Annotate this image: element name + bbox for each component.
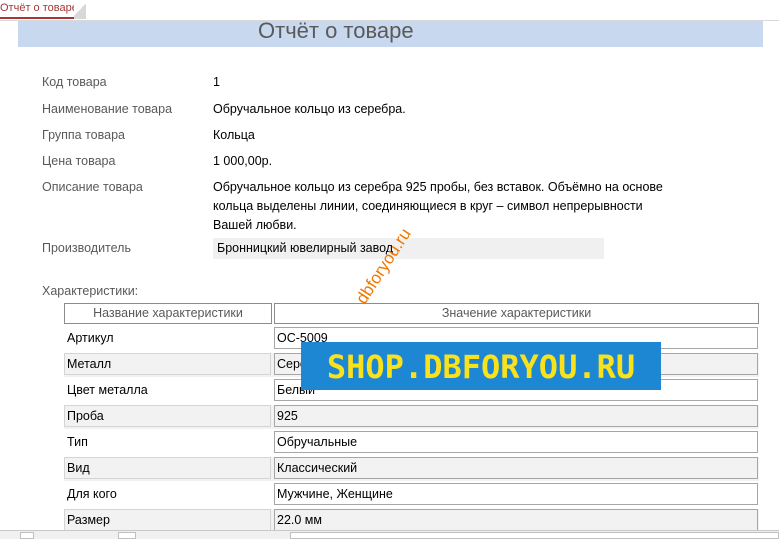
report-tab[interactable]: Отчёт о товаре [0,0,82,19]
row-value-cell: Классический [274,457,758,479]
row-value-cell: 22.0 мм [274,509,758,531]
row-value-cell: Мужчине, Женщине [274,483,758,505]
product-description-label: Описание товара [42,180,143,194]
row-name-cell: Вид [64,457,271,479]
header-characteristic-name: Название характеристики [64,303,272,324]
product-price-value: 1 000,00р. [213,154,273,168]
header-characteristic-value: Значение характеристики [274,303,759,324]
product-name-value: Обручальное кольцо из серебра. [213,102,406,116]
table-row: Тип Обручальные [64,431,759,455]
diagonal-watermark: dbforyou.ru [352,225,415,317]
row-value-cell: Обручальные [274,431,758,453]
product-price-label: Цена товара [42,154,116,168]
shop-watermark-text: SHOP.DBFORYOU.RU [326,348,636,386]
row-name-cell: Цвет металла [64,379,271,401]
table-row: Проба 925 [64,405,759,429]
tab-fold-corner [74,0,86,19]
manufacturer-label: Производитель [42,241,131,255]
table-row: Для кого Мужчине, Женщине [64,483,759,507]
product-description-value: Обручальное кольцо из серебра 925 пробы,… [213,180,663,232]
manufacturer-value: Бронницкий ювелирный завод [217,241,394,255]
row-name-cell: Проба [64,405,271,427]
report-tab-label: Отчёт о товаре [0,2,78,14]
row-name-cell: Металл [64,353,271,375]
row-name-cell: Для кого [64,483,271,505]
table-row: Вид Классический [64,457,759,481]
row-value-cell: 925 [274,405,758,427]
row-name-cell: Тип [64,431,271,453]
report-title: Отчёт о товаре [258,18,414,43]
shop-watermark-banner: SHOP.DBFORYOU.RU [301,342,661,390]
product-name-label: Наименование товара [42,102,173,116]
characteristics-label: Характеристики: [42,284,139,298]
row-name-cell: Размер [64,509,271,531]
product-group-label: Группа товара [42,128,125,142]
product-code-label: Код товара [42,75,107,89]
row-name-cell: Артикул [64,327,271,349]
product-group-value: Кольца [213,128,255,142]
product-code-value: 1 [213,75,220,89]
